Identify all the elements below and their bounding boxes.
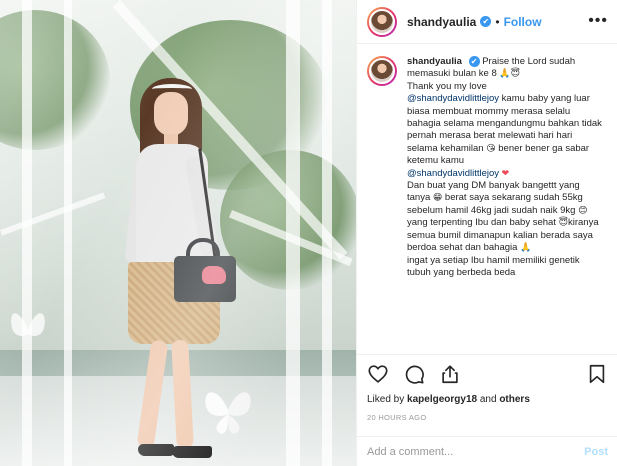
avatar-image bbox=[369, 8, 395, 35]
liked-and-text: and bbox=[479, 394, 497, 405]
avatar-image bbox=[369, 58, 395, 84]
comment-input[interactable] bbox=[367, 445, 585, 458]
username-link[interactable]: shandyaulia bbox=[407, 15, 476, 29]
caption-line: ingat ya setiap Ibu hamil memiliki genet… bbox=[407, 254, 580, 278]
post-timestamp[interactable]: 20 HOURS AGO bbox=[367, 413, 426, 422]
liked-user-link[interactable]: kapelgeorgy18 bbox=[407, 394, 477, 405]
caption-line: Thank you my love bbox=[407, 80, 487, 92]
emoji: 😇 bbox=[558, 218, 568, 229]
share-icon[interactable] bbox=[439, 363, 461, 385]
emoji: 🙏 bbox=[520, 243, 532, 254]
caption-line: yang terpenting Ibu dan baby sehat bbox=[407, 217, 556, 229]
emoji: 😊 bbox=[578, 205, 588, 216]
follow-button[interactable]: Follow bbox=[504, 15, 542, 29]
bookmark-icon[interactable] bbox=[586, 363, 608, 385]
verified-badge-icon: ✔ bbox=[468, 56, 480, 67]
comment-bar: Post bbox=[357, 436, 617, 466]
caption-text: shandyaulia ✔ Praise the Lord sudah mema… bbox=[407, 56, 603, 352]
action-bar bbox=[367, 363, 461, 385]
more-options-icon[interactable]: ••• bbox=[588, 12, 608, 30]
heart-emoji: ❤ bbox=[501, 168, 510, 179]
verified-badge-icon: ✔ bbox=[480, 16, 492, 27]
glass-reflection bbox=[0, 0, 356, 466]
likes-summary: Liked by kapelgeorgy18 and others bbox=[367, 394, 530, 405]
post-sidebar: shandyaulia ✔ • Follow ••• shandyaulia ✔… bbox=[356, 0, 617, 466]
actions-section: Liked by kapelgeorgy18 and others 20 HOU… bbox=[357, 354, 617, 436]
avatar[interactable] bbox=[367, 6, 397, 37]
mention-link[interactable]: @shandydavidlittlejoy bbox=[407, 93, 499, 104]
caption-area: shandyaulia ✔ Praise the Lord sudah mema… bbox=[357, 56, 617, 352]
post-header: shandyaulia ✔ • Follow ••• bbox=[357, 0, 617, 44]
heart-icon[interactable] bbox=[367, 363, 389, 385]
post-comment-button[interactable]: Post bbox=[584, 446, 608, 458]
post-photo[interactable] bbox=[0, 0, 356, 466]
liked-by-text: Liked by bbox=[367, 394, 405, 405]
liked-others-link[interactable]: others bbox=[499, 394, 530, 405]
comment-icon[interactable] bbox=[403, 363, 425, 385]
caption-avatar[interactable] bbox=[367, 56, 397, 86]
separator-dot: • bbox=[495, 14, 500, 29]
caption-username-link[interactable]: shandyaulia bbox=[407, 56, 462, 67]
mention-link[interactable]: @shandydavidlittlejoy bbox=[407, 168, 499, 179]
emoji: 😘 bbox=[486, 143, 496, 154]
emoji: 🙏😇 bbox=[499, 69, 521, 80]
emoji: 😁 bbox=[432, 193, 443, 204]
